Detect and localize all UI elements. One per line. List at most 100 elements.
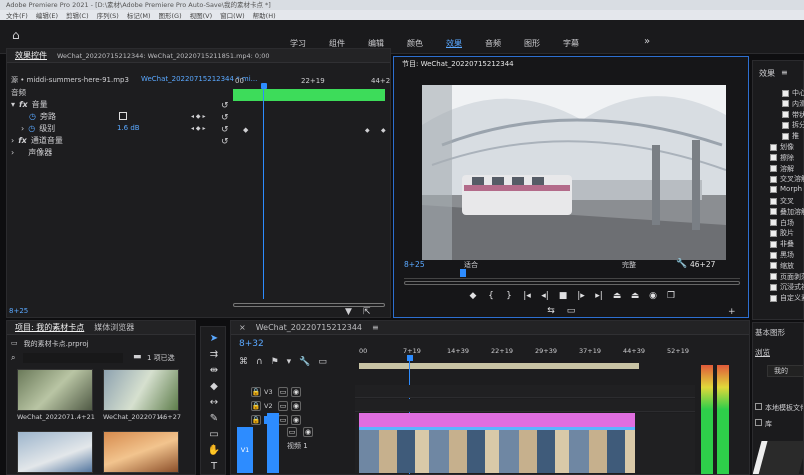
program-scrollbar[interactable]: [404, 281, 740, 285]
effect-list-item[interactable]: 带状: [782, 110, 804, 120]
keyframe-diamond[interactable]: ◆: [365, 127, 370, 134]
effect-list-item[interactable]: 叠加溶解: [770, 207, 804, 217]
quality-dropdown[interactable]: 完整: [622, 260, 636, 270]
program-scrub-bar[interactable]: [404, 271, 740, 279]
eye-icon[interactable]: ◉: [291, 387, 301, 397]
extract-icon[interactable]: ⏏: [628, 290, 642, 302]
tab-effect-controls[interactable]: 效果控件: [15, 50, 47, 61]
sequence-tab[interactable]: WeChat_20220715212344: [256, 323, 362, 332]
clip-thumbnail[interactable]: [103, 431, 179, 473]
type-icon[interactable]: T: [207, 459, 221, 473]
razor-icon[interactable]: ◆: [207, 379, 221, 393]
sync-lock-icon[interactable]: ▭: [278, 401, 288, 411]
go-to-in-icon[interactable]: |◂: [520, 290, 534, 302]
fx-volume-row[interactable]: ▾ fx 音量: [11, 99, 48, 110]
effect-list-item[interactable]: 拆分: [782, 120, 804, 130]
menu-item[interactable]: 剪辑(C): [66, 10, 89, 20]
effect-list-item[interactable]: 黑场: [770, 250, 794, 260]
step-forward-icon[interactable]: |▸: [574, 290, 588, 302]
captions-icon[interactable]: ▭: [318, 357, 327, 367]
program-title[interactable]: 节目: WeChat_20220715212344: [402, 59, 514, 69]
compare-icon[interactable]: ❐: [664, 290, 678, 302]
my-templates-field[interactable]: 我的: [767, 365, 803, 377]
filter-icon[interactable]: ▼: [345, 307, 352, 317]
step-back-icon[interactable]: ◂|: [538, 290, 552, 302]
effects-title[interactable]: 效果: [759, 68, 775, 79]
add-button-icon[interactable]: +: [728, 307, 736, 317]
library-row[interactable]: 库: [755, 419, 772, 429]
expand-arrow-icon[interactable]: ›: [11, 136, 14, 145]
effect-list-item[interactable]: 中心: [782, 88, 804, 98]
reset-icon[interactable]: ↺: [221, 101, 229, 111]
menu-item[interactable]: 编辑(E): [36, 10, 58, 20]
search-icon[interactable]: ⌕: [11, 353, 15, 363]
effect-list-item[interactable]: 擦除: [770, 153, 794, 163]
audio-clip-bar[interactable]: [233, 89, 385, 101]
stopwatch-icon[interactable]: ◷: [29, 112, 36, 121]
work-area-bar[interactable]: [359, 363, 639, 369]
lock-icon[interactable]: 🔒: [251, 415, 261, 425]
lock-icon[interactable]: 🔒: [251, 401, 261, 411]
effect-list-item[interactable]: 内滑: [782, 99, 804, 109]
new-bin-icon[interactable]: ▬: [133, 352, 142, 362]
workspace-tab[interactable]: 效果: [446, 38, 462, 49]
rectangle-icon[interactable]: ▭: [207, 427, 221, 441]
workspace-tab[interactable]: 音频: [485, 38, 501, 49]
target-v1[interactable]: [267, 413, 279, 473]
expand-arrow-icon[interactable]: ›: [21, 124, 24, 133]
effect-list-item[interactable]: 白场: [770, 218, 794, 228]
eye-icon[interactable]: ◉: [291, 401, 301, 411]
effect-list-item[interactable]: Morph: [770, 185, 802, 193]
timeline-timecode[interactable]: 8+32: [239, 339, 264, 349]
track-lane-v3[interactable]: [355, 385, 695, 398]
eye-icon[interactable]: ◉: [303, 427, 313, 437]
menu-item[interactable]: 文件(F): [6, 10, 28, 20]
menu-item[interactable]: 窗口(W): [220, 10, 245, 20]
close-icon[interactable]: ×: [239, 323, 246, 332]
stopwatch-icon[interactable]: ◷: [28, 124, 35, 133]
pen-icon[interactable]: ✎: [207, 411, 221, 425]
workspace-tab[interactable]: 图形: [524, 38, 540, 49]
wrench-icon[interactable]: 🔧: [676, 259, 687, 269]
ripple-edit-icon[interactable]: ⇹: [207, 363, 221, 377]
reset-icon[interactable]: ↺: [221, 113, 229, 123]
video-clip-strip[interactable]: [359, 427, 635, 473]
keyframe-nav[interactable]: ◂ ◆ ▸: [191, 125, 205, 132]
clip-thumbnail[interactable]: [17, 431, 93, 473]
keyframe-diamond[interactable]: ◆: [381, 127, 386, 134]
fx-panner-row[interactable]: › 声像器: [11, 147, 52, 158]
lock-icon[interactable]: 🔒: [251, 387, 261, 397]
level-value[interactable]: 1.6 dB: [117, 124, 140, 132]
workspace-more[interactable]: »: [644, 36, 650, 47]
reset-icon[interactable]: ↺: [221, 137, 229, 147]
menu-item[interactable]: 标记(M): [127, 10, 151, 20]
settings-icon[interactable]: 🔧: [299, 357, 310, 367]
timeline-playhead-handle[interactable]: [407, 355, 413, 361]
workspace-tab[interactable]: 颜色: [407, 38, 423, 49]
local-templates-row[interactable]: 本地模板文件夹: [755, 403, 803, 413]
mark-in-icon[interactable]: {: [484, 290, 498, 302]
effect-list-item[interactable]: 自定义素材: [770, 293, 804, 303]
effect-list-item[interactable]: 交叉溶解: [770, 174, 804, 184]
keyframe-diamond[interactable]: ◆: [243, 126, 248, 134]
mark-out-icon[interactable]: }: [502, 290, 516, 302]
sequence-menu-icon[interactable]: ≡: [372, 323, 379, 332]
library-checkbox[interactable]: [755, 419, 762, 426]
clip-thumbnail[interactable]: [103, 369, 179, 411]
tab-media-browser[interactable]: 媒体浏览器: [94, 322, 134, 333]
safe-margins-icon[interactable]: ▭: [564, 305, 578, 317]
export-frame-icon[interactable]: ◉: [646, 290, 660, 302]
fit-dropdown[interactable]: 适合: [464, 260, 478, 270]
effect-list-item[interactable]: 页面剥落: [770, 272, 804, 282]
home-icon[interactable]: ⌂: [12, 28, 20, 42]
marker-icon[interactable]: ◆: [466, 290, 480, 302]
effect-list-item[interactable]: 划像: [770, 142, 794, 152]
eye-icon[interactable]: ◉: [291, 415, 301, 425]
menu-item[interactable]: 帮助(H): [253, 10, 276, 20]
source-label[interactable]: 源 • middi-summers-here-91.mp3: [11, 75, 129, 85]
menu-item[interactable]: 视图(V): [190, 10, 213, 20]
effect-list-item[interactable]: 缩放: [770, 261, 794, 271]
selection-tool-icon[interactable]: ➤: [207, 331, 221, 345]
clip-thumbnail[interactable]: [17, 369, 93, 411]
slip-icon[interactable]: ↔: [207, 395, 221, 409]
